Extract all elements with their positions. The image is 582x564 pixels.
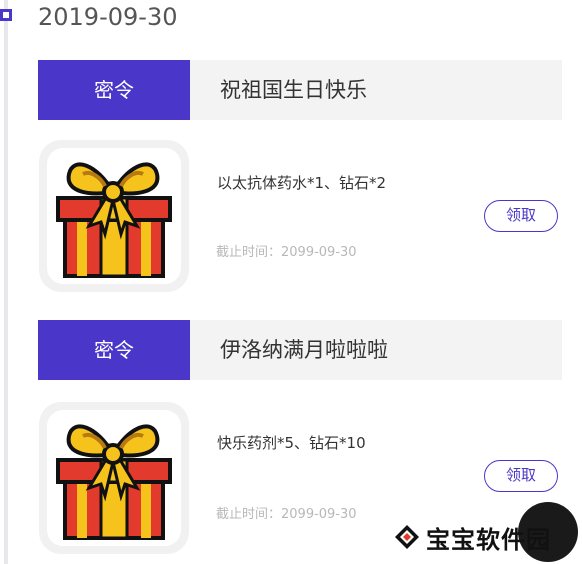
card-header: 密令 祝祖国生日快乐 [38, 60, 562, 120]
diamond-logo-icon [395, 525, 419, 549]
gift-card: 密令 祝祖国生日快乐 以太抗体药水*1、钻石*2 截止时间：2099-09-30… [38, 60, 562, 292]
claim-button[interactable]: 领取 [484, 460, 558, 492]
claim-button[interactable]: 领取 [484, 200, 558, 232]
code-tag: 密令 [38, 320, 190, 380]
gift-code-title: 伊洛纳满月啦啦啦 [220, 338, 388, 362]
timeline-marker [0, 9, 12, 21]
timeline-date: 2019-09-30 [38, 3, 178, 31]
gift-image [39, 140, 189, 292]
reward-list: 快乐药剂*5、钻石*10 [217, 434, 366, 452]
deadline-text: 截止时间：2099-09-30 [216, 245, 357, 260]
gift-code-title: 祝祖国生日快乐 [220, 78, 367, 102]
code-tag: 密令 [38, 60, 190, 120]
card-header: 密令 伊洛纳满月啦啦啦 [38, 320, 562, 380]
deadline-text: 截止时间：2099-09-30 [216, 507, 357, 522]
reward-list: 以太抗体药水*1、钻石*2 [217, 174, 387, 192]
gift-box-icon [56, 162, 172, 278]
watermark-text: 宝宝软件园 [426, 525, 551, 554]
timeline-line [4, 0, 8, 564]
gift-box-icon [56, 424, 172, 540]
gift-image [39, 402, 189, 554]
watermark: 宝宝软件园 [394, 520, 551, 554]
